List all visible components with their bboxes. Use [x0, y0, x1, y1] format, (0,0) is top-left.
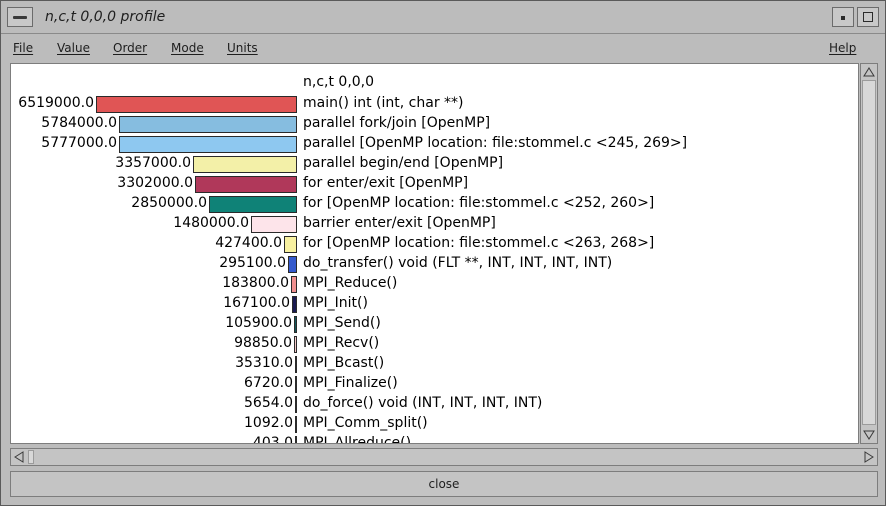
close-button[interactable]: close — [11, 472, 877, 496]
menu-file[interactable]: File — [13, 41, 33, 55]
profile-row[interactable]: 5784000.0 parallel fork/join [OpenMP] — [11, 114, 858, 134]
maximize-icon[interactable] — [857, 7, 879, 27]
menu-mode[interactable]: Mode — [171, 41, 204, 55]
row-bar[interactable] — [294, 336, 297, 353]
row-value: 427400.0 — [215, 235, 282, 251]
row-bar[interactable] — [96, 96, 297, 113]
vertical-scroll-thumb[interactable] — [862, 80, 876, 425]
profile-row[interactable]: 403.0 MPI_Allreduce() — [11, 434, 858, 444]
row-name: parallel begin/end [OpenMP] — [303, 155, 504, 171]
menu-units[interactable]: Units — [227, 41, 258, 55]
minimize-icon[interactable] — [832, 7, 854, 27]
row-name: main() int (int, char **) — [303, 95, 464, 111]
scroll-right-icon[interactable] — [863, 451, 875, 463]
profile-row[interactable]: 3357000.0 parallel begin/end [OpenMP] — [11, 154, 858, 174]
row-name: MPI_Allreduce() — [303, 435, 412, 444]
row-bar[interactable] — [295, 396, 297, 413]
row-bar[interactable] — [119, 116, 297, 133]
row-value: 1480000.0 — [173, 215, 249, 231]
horizontal-scrollbar[interactable] — [10, 448, 878, 466]
profile-row[interactable]: 5654.0 do_force() void (INT, INT, INT, IN… — [11, 394, 858, 414]
window-title: n,c,t 0,0,0 profile — [45, 9, 166, 25]
menu-bar: File Value Order Mode Units Help — [1, 35, 885, 61]
row-bar[interactable] — [119, 136, 297, 153]
row-bar[interactable] — [295, 376, 297, 393]
scroll-down-icon[interactable] — [863, 429, 875, 441]
row-bar[interactable] — [295, 436, 297, 443]
profile-row[interactable]: 1480000.0 barrier enter/exit [OpenMP] — [11, 214, 858, 234]
row-bar[interactable] — [209, 196, 297, 213]
row-name: MPI_Reduce() — [303, 275, 398, 291]
row-value: 183800.0 — [222, 275, 289, 291]
row-name: MPI_Bcast() — [303, 355, 385, 371]
row-name: do_force() void (INT, INT, INT, INT) — [303, 395, 543, 411]
profile-row[interactable]: 427400.0 for [OpenMP location: file:stomm… — [11, 234, 858, 254]
row-bar[interactable] — [288, 256, 297, 273]
row-value: 98850.0 — [234, 335, 292, 351]
row-value: 3302000.0 — [117, 175, 193, 191]
row-value: 35310.0 — [235, 355, 293, 371]
profile-row[interactable]: 167100.0 MPI_Init() — [11, 294, 858, 314]
row-value: 167100.0 — [223, 295, 290, 311]
row-name: do_transfer() void (FLT **, INT, INT, IN… — [303, 255, 613, 271]
profile-row[interactable]: 5777000.0 parallel [OpenMP location: file… — [11, 134, 858, 154]
row-value: 105900.0 — [225, 315, 292, 331]
profile-row[interactable]: 295100.0 do_transfer() void (FLT **, INT,… — [11, 254, 858, 274]
horizontal-scroll-thumb[interactable] — [28, 450, 34, 464]
row-value: 295100.0 — [219, 255, 286, 271]
row-value: 6519000.0 — [18, 95, 94, 111]
profile-row[interactable]: 35310.0 MPI_Bcast() — [11, 354, 858, 374]
row-bar[interactable] — [294, 316, 297, 333]
row-name: MPI_Finalize() — [303, 375, 398, 391]
title-bar[interactable]: n,c,t 0,0,0 profile — [1, 1, 885, 34]
row-bar[interactable] — [195, 176, 297, 193]
profile-row[interactable]: 183800.0 MPI_Reduce() — [11, 274, 858, 294]
menu-order[interactable]: Order — [113, 41, 147, 55]
window-menu-icon[interactable] — [7, 7, 33, 27]
row-name: for [OpenMP location: file:stommel.c <25… — [303, 195, 655, 211]
row-value: 5784000.0 — [41, 115, 117, 131]
profile-row[interactable]: 2850000.0 for [OpenMP location: file:stom… — [11, 194, 858, 214]
scroll-up-icon[interactable] — [863, 66, 875, 78]
menu-value[interactable]: Value — [57, 41, 90, 55]
profile-row[interactable]: 1092.0 MPI_Comm_split() — [11, 414, 858, 434]
row-bar[interactable] — [291, 276, 297, 293]
profile-row[interactable]: 6720.0 MPI_Finalize() — [11, 374, 858, 394]
row-name: parallel [OpenMP location: file:stommel.… — [303, 135, 688, 151]
row-name: MPI_Comm_split() — [303, 415, 428, 431]
row-value: 2850000.0 — [131, 195, 207, 211]
scroll-left-icon[interactable] — [13, 451, 25, 463]
row-name: barrier enter/exit [OpenMP] — [303, 215, 496, 231]
row-bar[interactable] — [295, 416, 297, 433]
row-value: 5654.0 — [244, 395, 293, 411]
row-name: parallel fork/join [OpenMP] — [303, 115, 491, 131]
row-bar[interactable] — [284, 236, 297, 253]
row-name: for enter/exit [OpenMP] — [303, 175, 469, 191]
row-bar[interactable] — [292, 296, 297, 313]
profile-row[interactable]: 6519000.0 main() int (int, char **) — [11, 94, 858, 114]
row-value: 6720.0 — [244, 375, 293, 391]
row-value: 403.0 — [252, 435, 293, 444]
row-name: for [OpenMP location: file:stommel.c <26… — [303, 235, 655, 251]
profile-header: n,c,t 0,0,0 — [303, 74, 375, 90]
profile-row[interactable]: 105900.0 MPI_Send() — [11, 314, 858, 334]
row-bar[interactable] — [251, 216, 297, 233]
row-value: 1092.0 — [244, 415, 293, 431]
profile-row[interactable]: 98850.0 MPI_Recv() — [11, 334, 858, 354]
profile-view[interactable]: n,c,t 0,0,0 6519000.0 main() int (int, ch… — [10, 63, 859, 444]
close-bar: close — [10, 471, 878, 497]
profile-window: n,c,t 0,0,0 profile File Value Order Mod… — [0, 0, 886, 506]
row-name: MPI_Recv() — [303, 335, 380, 351]
row-name: MPI_Init() — [303, 295, 368, 311]
row-value: 3357000.0 — [115, 155, 191, 171]
vertical-scrollbar[interactable] — [860, 63, 878, 444]
row-bar[interactable] — [295, 356, 297, 373]
profile-row[interactable]: 3302000.0 for enter/exit [OpenMP] — [11, 174, 858, 194]
row-bar[interactable] — [193, 156, 297, 173]
menu-help[interactable]: Help — [829, 41, 856, 55]
row-name: MPI_Send() — [303, 315, 381, 331]
row-value: 5777000.0 — [41, 135, 117, 151]
